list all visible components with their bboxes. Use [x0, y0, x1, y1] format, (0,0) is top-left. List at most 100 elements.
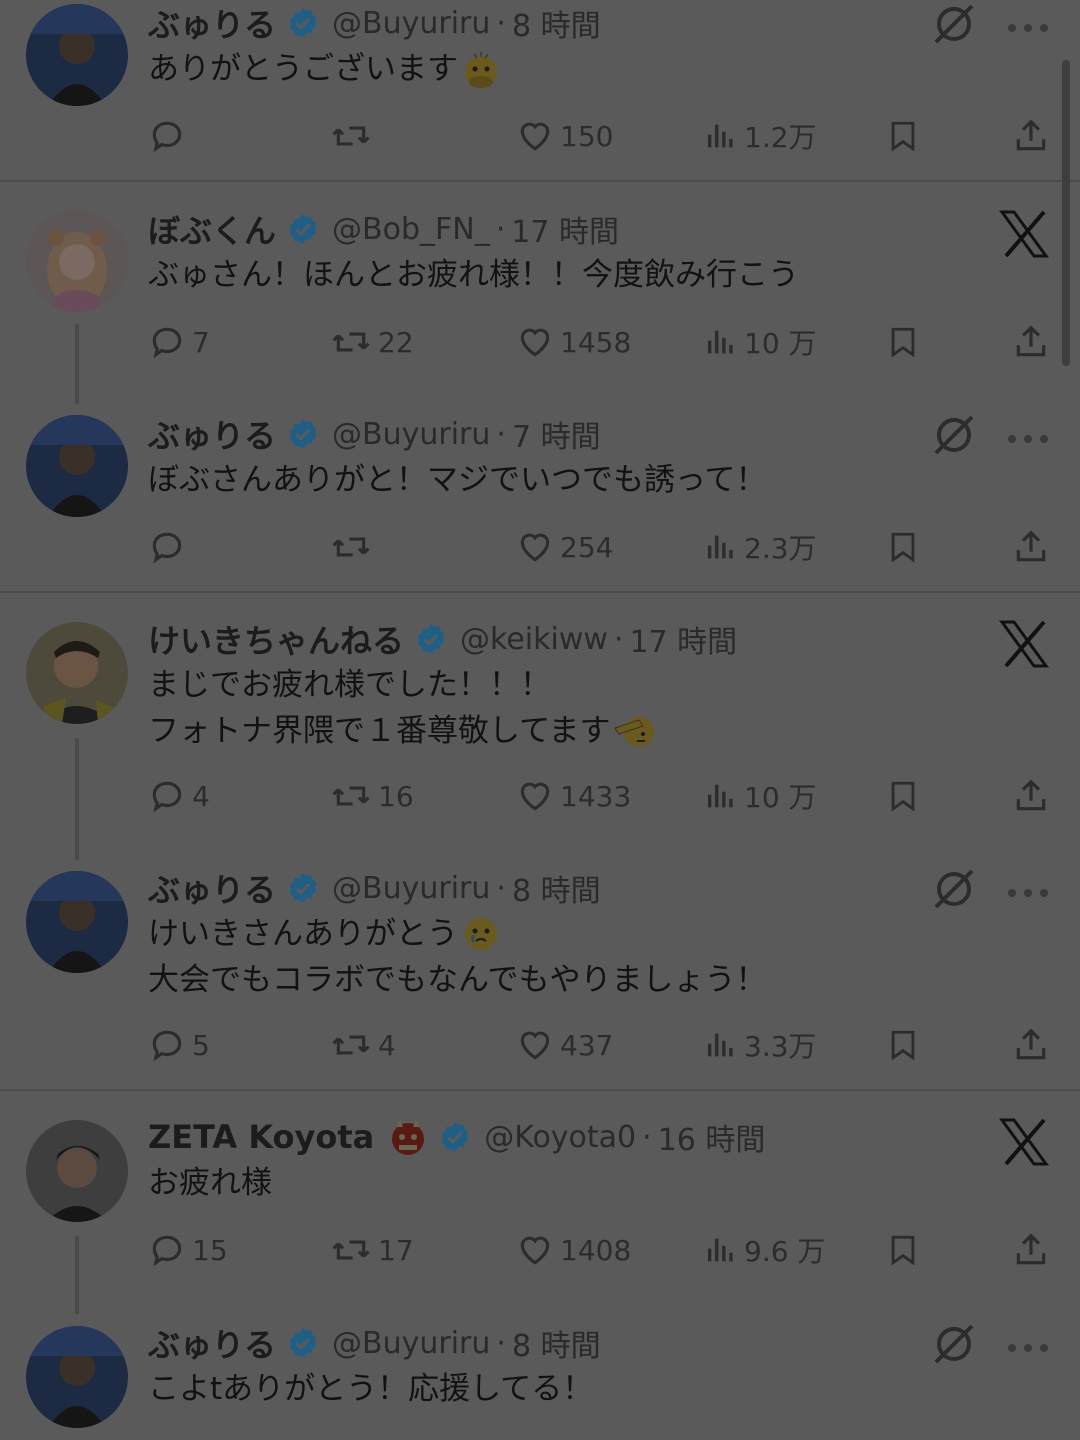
like-button[interactable]: 1433: [516, 772, 631, 820]
retweet-button[interactable]: 22: [330, 318, 414, 366]
retweet-button[interactable]: [330, 112, 372, 160]
handle[interactable]: @Buyuriru: [332, 871, 490, 906]
tweet-header: ぶゅりる @Buyuriru · 7 時間: [148, 411, 601, 457]
reply-button[interactable]: [148, 112, 186, 160]
like-button[interactable]: 254: [516, 523, 613, 571]
timestamp[interactable]: 16 時間: [658, 1115, 766, 1159]
separator-dot: ·: [613, 621, 624, 657]
views-button[interactable]: 9.6 万: [704, 1226, 825, 1274]
more-options-icon[interactable]: [1006, 18, 1050, 37]
grok-icon[interactable]: [928, 2, 980, 50]
retweet-button[interactable]: 4: [330, 1021, 396, 1069]
display-name[interactable]: ぼぶくん: [148, 206, 276, 252]
timestamp[interactable]: 8 時間: [512, 1, 601, 45]
timestamp[interactable]: 17 時間: [629, 617, 737, 661]
timestamp[interactable]: 8 時間: [512, 1321, 601, 1365]
tweet[interactable]: ぶゅりる @Buyuriru · 8 時間 こよtありがとう！応援してる！: [0, 1320, 1080, 1440]
reply-count: 5: [192, 1028, 210, 1062]
retweet-button[interactable]: 16: [330, 772, 414, 820]
avatar[interactable]: [26, 1120, 128, 1222]
separator-dot: ·: [496, 5, 506, 41]
handle[interactable]: @Koyota0: [484, 1120, 636, 1155]
like-button[interactable]: 437: [516, 1021, 613, 1069]
tweet-actions: 150 1.2万: [148, 112, 1058, 160]
retweet-button[interactable]: 17: [330, 1226, 414, 1274]
display-name[interactable]: ぶゅりる: [148, 411, 276, 457]
views-button[interactable]: 10 万: [704, 318, 817, 366]
tweet[interactable]: ぶゅりる @Buyuriru · 7 時間 ぼぶさんありがと！マジでいつでも誘っ…: [0, 411, 1080, 591]
thread-line: [75, 324, 79, 404]
reply-button[interactable]: 5: [148, 1021, 210, 1069]
views-count: 9.6 万: [744, 1235, 826, 1268]
bookmark-button[interactable]: [886, 772, 920, 820]
avatar[interactable]: [26, 210, 128, 312]
share-button[interactable]: [1012, 1226, 1050, 1274]
timestamp[interactable]: 17 時間: [511, 207, 619, 251]
tweet-text-line: お疲れ様: [148, 1165, 272, 1201]
reply-button[interactable]: [148, 523, 186, 571]
bookmark-button[interactable]: [886, 523, 920, 571]
reply-thread-screen: ぶゅりる @Buyuriru · 8 時間 ありがとうございます 150 1.2…: [0, 0, 1080, 1440]
like-button[interactable]: 150: [516, 112, 613, 160]
views-button[interactable]: 1.2万: [704, 112, 817, 160]
tweet[interactable]: ZETA Koyota @Koyota0 · 16 時間 お疲れ様 15 17: [0, 1114, 1080, 1314]
separator-dot: ·: [495, 211, 506, 247]
grok-icon[interactable]: [928, 1322, 980, 1370]
like-count: 437: [560, 1028, 614, 1062]
views-button[interactable]: 2.3万: [704, 523, 817, 571]
avatar[interactable]: [26, 1326, 128, 1428]
handle[interactable]: @Buyuriru: [332, 417, 490, 452]
share-button[interactable]: [1012, 1021, 1050, 1069]
display-name[interactable]: ぶゅりる: [148, 1320, 276, 1366]
retweet-count: 22: [378, 325, 414, 359]
bookmark-button[interactable]: [886, 318, 920, 366]
retweet-button[interactable]: [330, 523, 372, 571]
avatar[interactable]: [26, 4, 128, 106]
handle[interactable]: @Bob_FN_: [332, 212, 490, 247]
avatar[interactable]: [26, 415, 128, 517]
views-button[interactable]: 3.3万: [704, 1021, 817, 1069]
reply-button[interactable]: 15: [148, 1226, 228, 1274]
share-button[interactable]: [1012, 112, 1050, 160]
tweet[interactable]: ぼぶくん @Bob_FN_ · 17 時間 ぶゅさん！ほんとお疲れ様！！今度飲み…: [0, 206, 1080, 406]
x-logo-icon[interactable]: [998, 208, 1050, 264]
like-button[interactable]: 1408: [516, 1226, 631, 1274]
tweet-text-line: フォトナ界隈で１番尊敬してます: [148, 713, 611, 749]
grok-icon[interactable]: [928, 413, 980, 461]
like-button[interactable]: 1458: [516, 318, 631, 366]
tweet-text: ぶゅさん！ほんとお疲れ様！！今度飲み行こう: [148, 252, 799, 298]
avatar[interactable]: [26, 622, 128, 724]
share-button[interactable]: [1012, 318, 1050, 366]
timestamp[interactable]: 8 時間: [512, 866, 601, 910]
bookmark-button[interactable]: [886, 1226, 920, 1274]
display-name[interactable]: けいきちゃんねる: [148, 616, 404, 662]
grok-icon[interactable]: [928, 867, 980, 915]
reply-button[interactable]: 4: [148, 772, 210, 820]
display-name[interactable]: ぶゅりる: [148, 865, 276, 911]
bookmark-button[interactable]: [886, 1021, 920, 1069]
handle[interactable]: @Buyuriru: [332, 6, 490, 41]
tweet[interactable]: ぶゅりる @Buyuriru · 8 時間 けいきさんありがとう 大会でもコラボ…: [0, 865, 1080, 1089]
more-options-icon[interactable]: [1006, 429, 1050, 448]
views-button[interactable]: 10 万: [704, 772, 817, 820]
scrollbar[interactable]: [1062, 60, 1070, 366]
handle[interactable]: @Buyuriru: [332, 1326, 490, 1361]
x-logo-icon[interactable]: [998, 1116, 1050, 1172]
tweet-header: ZETA Koyota @Koyota0 · 16 時間: [148, 1114, 765, 1160]
more-options-icon[interactable]: [1006, 883, 1050, 902]
more-options-icon[interactable]: [1006, 1338, 1050, 1357]
tweet[interactable]: ぶゅりる @Buyuriru · 8 時間 ありがとうございます 150 1.2…: [0, 0, 1080, 180]
reply-button[interactable]: 7: [148, 318, 210, 366]
x-logo-icon[interactable]: [998, 618, 1050, 674]
share-button[interactable]: [1012, 523, 1050, 571]
display-name[interactable]: ZETA Koyota: [148, 1118, 374, 1156]
handle[interactable]: @keikiww: [460, 622, 608, 657]
bookmark-button[interactable]: [886, 112, 920, 160]
tweet[interactable]: けいきちゃんねる @keikiww · 17 時間 まじでお疲れ様でした！！！ …: [0, 616, 1080, 860]
avatar[interactable]: [26, 871, 128, 973]
display-name[interactable]: ぶゅりる: [148, 0, 276, 46]
tweet-text-line: けいきさんありがとう: [148, 916, 458, 952]
timestamp[interactable]: 7 時間: [512, 412, 601, 456]
share-button[interactable]: [1012, 772, 1050, 820]
reply-count: 7: [192, 325, 210, 359]
